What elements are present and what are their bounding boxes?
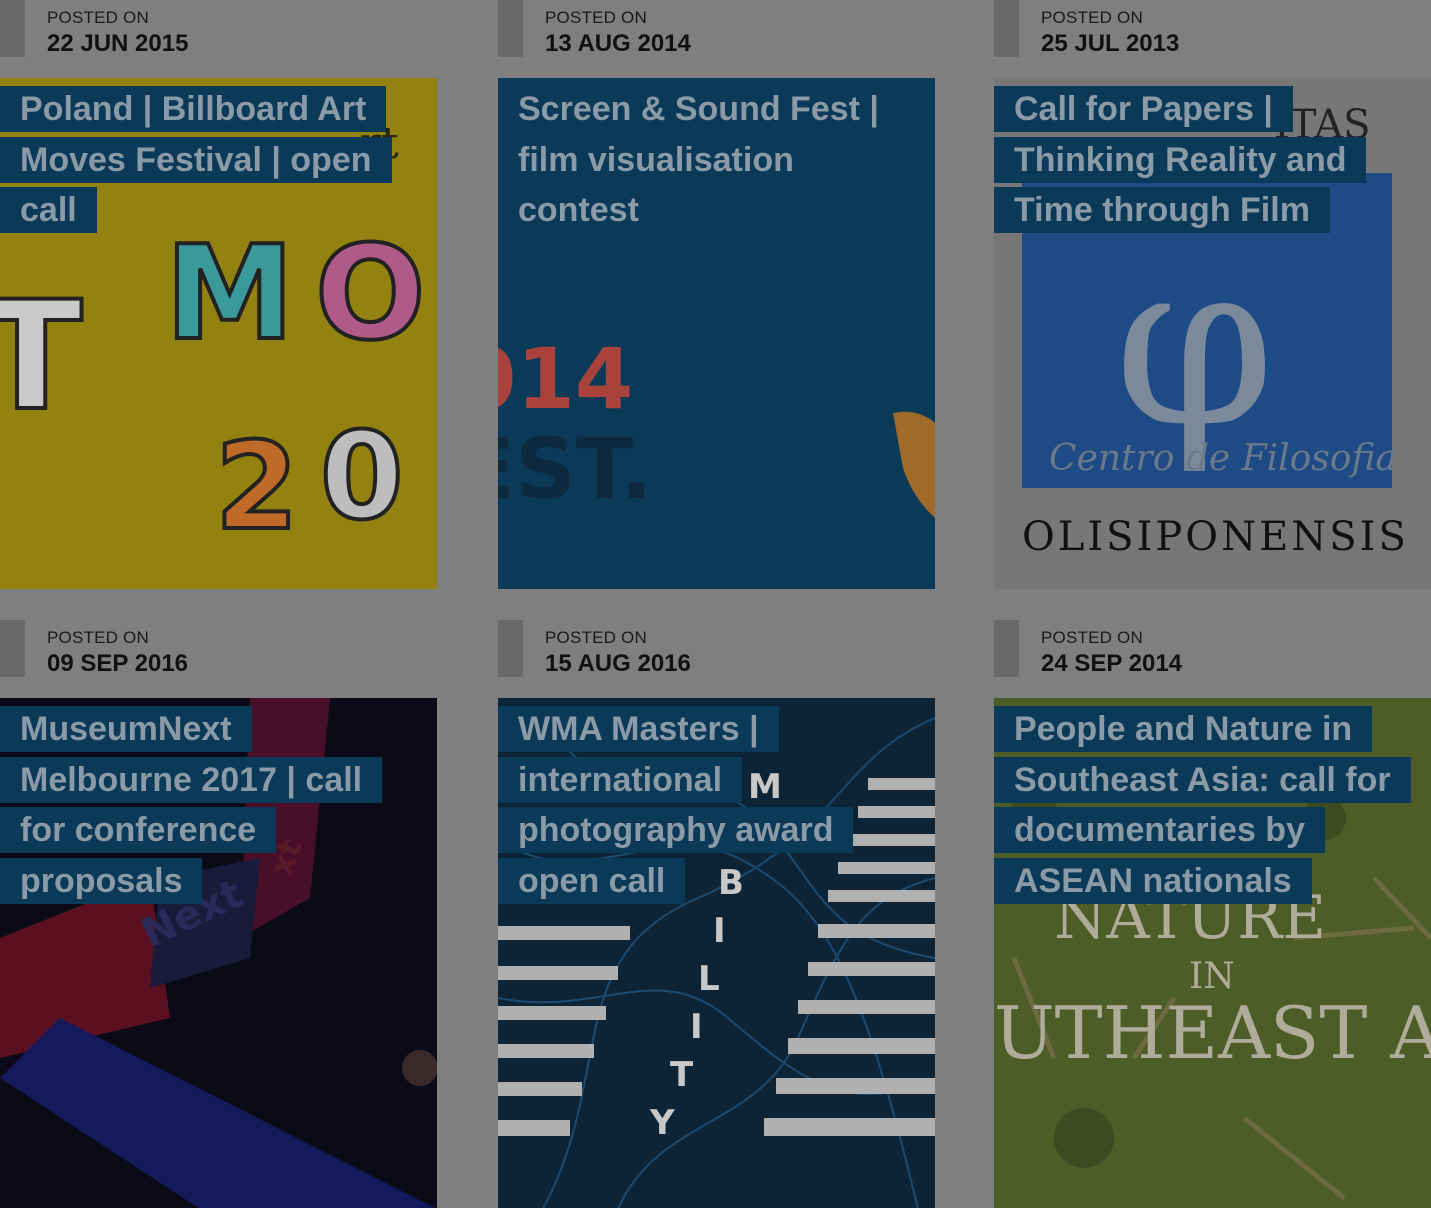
post-title[interactable]: Poland | Billboard Art Moves Festival | … [0,84,400,236]
post-meta: POSTED ON 13 AUG 2014 [498,0,935,78]
posted-on-label: POSTED ON [1041,628,1143,647]
svg-text:Y: Y [649,1103,675,1143]
post-thumbnail[interactable]: rt T M O 2 0 Poland | Billboard Art Move… [0,78,437,589]
post-title[interactable]: MuseumNext Melbourne 2017 | call for con… [0,704,400,906]
post-title[interactable]: People and Nature in Southeast Asia: cal… [994,704,1411,906]
posted-on-label: POSTED ON [47,8,149,27]
post-date: 24 SEP 2014 [1041,650,1183,677]
post-meta: POSTED ON 22 JUN 2015 [0,0,437,78]
post-date: 09 SEP 2016 [47,650,189,677]
svg-text:014: 014 [498,330,633,428]
post-meta: POSTED ON 15 AUG 2016 [498,620,935,698]
svg-text:0: 0 [320,408,404,547]
svg-text:OLISIPONENSIS: OLISIPONENSIS [1022,514,1409,560]
post-card-wma-masters[interactable]: POSTED ON 15 AUG 2016 M B I L I T Y WMA … [498,620,935,1208]
post-date: 13 AUG 2014 [545,30,691,57]
post-title[interactable]: WMA Masters | international photography … [498,704,898,906]
post-meta: POSTED ON 09 SEP 2016 [0,620,437,698]
post-meta: POSTED ON 25 JUL 2013 [994,0,1431,78]
post-date: 22 JUN 2015 [47,30,189,57]
post-thumbnail[interactable]: Next xt MuseumNext Melbourne 2017 | call… [0,698,437,1208]
meta-accent-bar [0,620,25,677]
svg-text:I: I [713,911,726,951]
post-meta: POSTED ON 24 SEP 2014 [994,620,1431,698]
post-title[interactable]: Call for Papers | Thinking Reality and T… [994,84,1394,236]
posted-on-label: POSTED ON [47,628,149,647]
svg-text:2: 2 [215,418,299,557]
post-card-museumnext[interactable]: POSTED ON 09 SEP 2016 Next xt MuseumNext… [0,620,437,1208]
post-card-poland[interactable]: POSTED ON 22 JUN 2015 rt T M O 2 0 Polan… [0,0,437,589]
svg-text:UTHEAST AS: UTHEAST AS [994,991,1431,1075]
svg-text:I: I [690,1007,703,1047]
post-card-screen-sound[interactable]: POSTED ON 13 AUG 2014 014 EST. Screen & … [498,0,935,589]
posted-on-label: POSTED ON [1041,8,1143,27]
posted-on-label: POSTED ON [545,628,647,647]
svg-text:T: T [670,1055,694,1095]
post-date: 15 AUG 2016 [545,650,691,677]
posted-on-label: POSTED ON [545,8,647,27]
post-card-call-for-papers[interactable]: POSTED ON 25 JUL 2013 ITAS φ Centro de F… [994,0,1431,589]
post-title[interactable]: Screen & Sound Fest | film visualisation… [498,84,899,236]
meta-accent-bar [0,0,25,57]
svg-text:L: L [698,959,720,999]
svg-text:O: O [315,217,426,369]
meta-accent-bar [498,0,523,57]
svg-text:EST.: EST. [498,420,652,518]
meta-accent-bar [994,620,1019,677]
post-date: 25 JUL 2013 [1041,30,1180,57]
svg-text:M: M [165,217,294,369]
post-thumbnail[interactable]: M B I L I T Y WMA Masters | internationa… [498,698,935,1208]
post-grid: POSTED ON 22 JUN 2015 rt T M O 2 0 Polan… [0,0,1431,1208]
post-thumbnail[interactable]: 014 EST. Screen & Sound Fest | film visu… [498,78,935,589]
meta-accent-bar [498,620,523,677]
svg-text:T: T [0,270,92,444]
post-thumbnail[interactable]: ITAS φ Centro de Filosofia OLISIPONENSIS… [994,78,1431,589]
post-card-people-nature[interactable]: POSTED ON 24 SEP 2014 NATURE IN UTHEAST … [994,620,1431,1208]
post-thumbnail[interactable]: NATURE IN UTHEAST AS People and Nature i… [994,698,1431,1208]
svg-text:Centro de Filosofia: Centro de Filosofia [1049,438,1397,479]
meta-accent-bar [994,0,1019,57]
